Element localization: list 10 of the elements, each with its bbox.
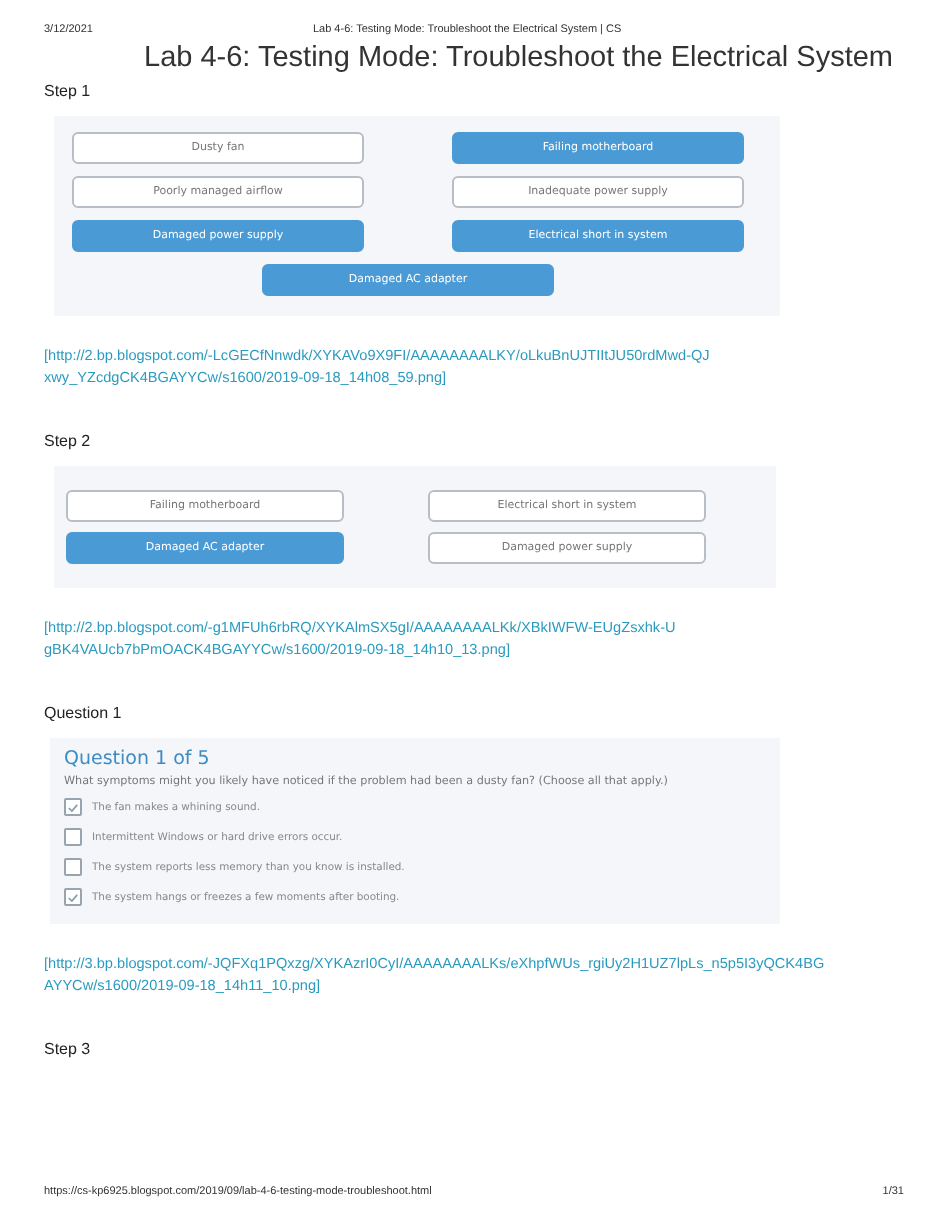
section-heading: Step 1 [44,82,93,100]
section-heading: Step 2 [44,432,93,450]
checkbox[interactable] [64,888,82,906]
section-heading: Question 1 [44,704,124,722]
question-title: Question 1 of 5 [64,746,212,772]
checkbox[interactable] [64,798,82,816]
checkbox[interactable] [64,858,82,876]
page-title: Lab 4-6: Testing Mode: Troubleshoot the Electrical System [144,40,896,76]
checkbox[interactable] [64,828,82,846]
section-heading: Step 3 [44,1040,93,1058]
